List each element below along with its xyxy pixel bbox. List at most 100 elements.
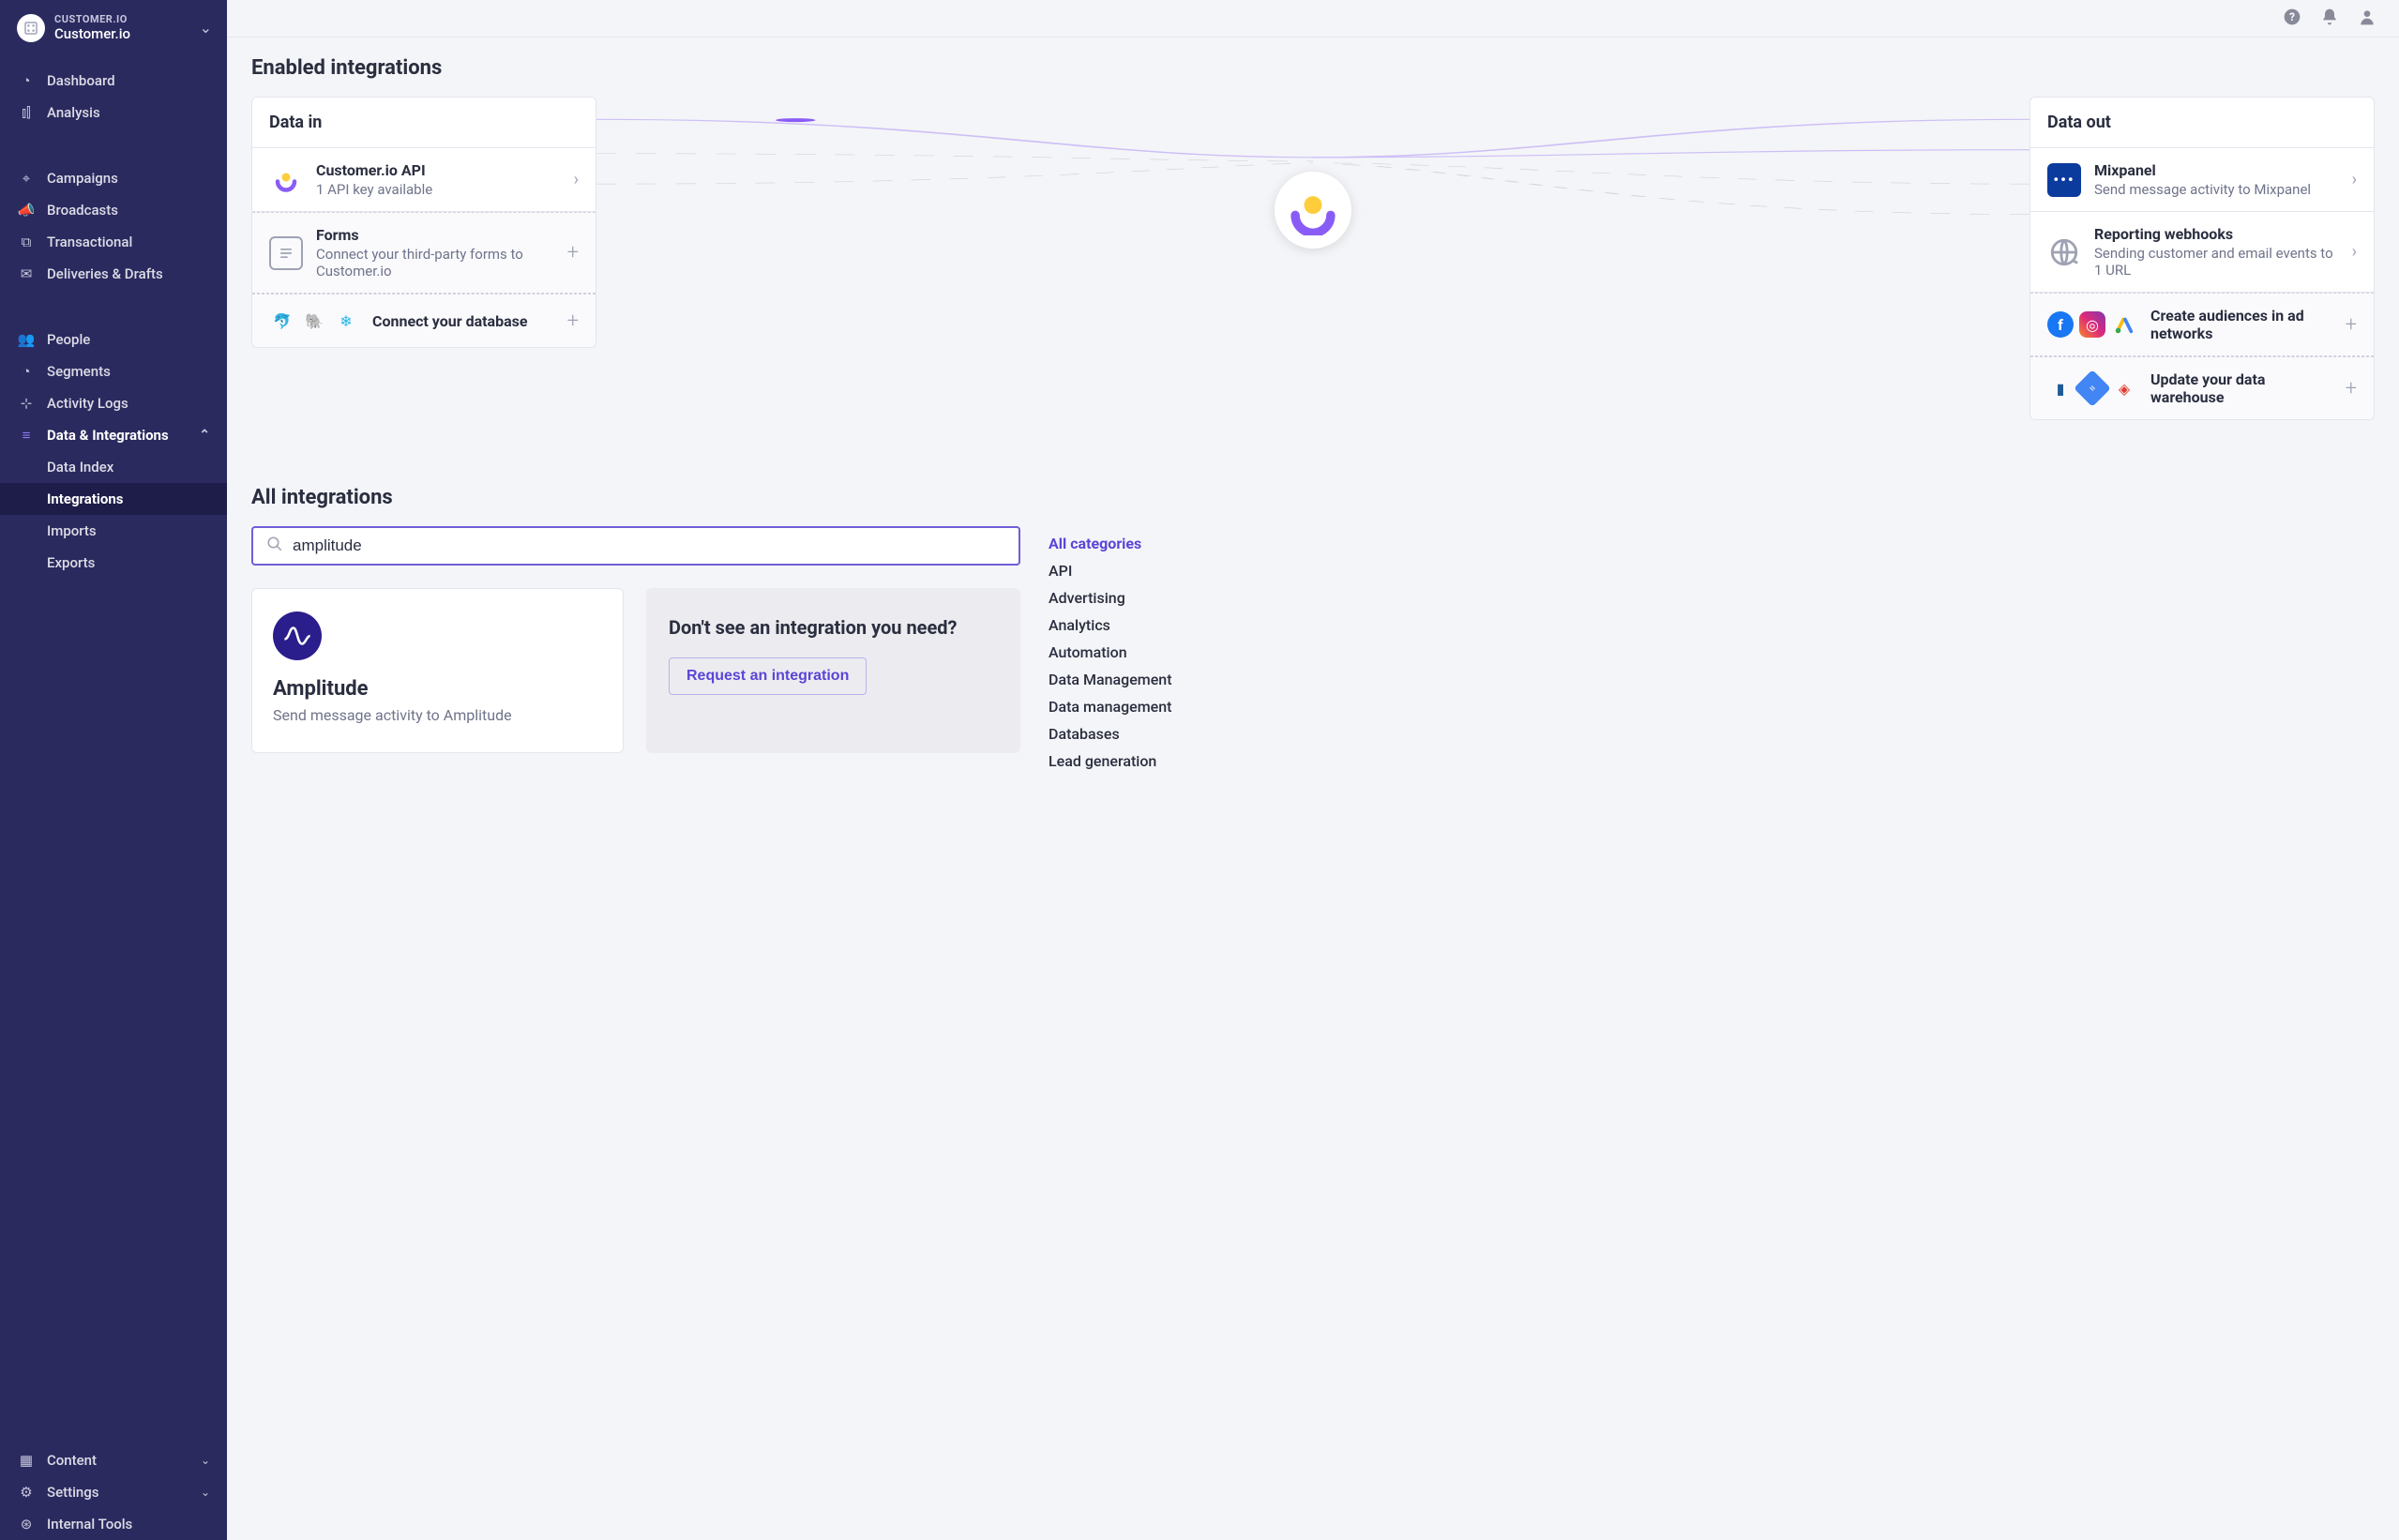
row-sub: Sending customer and email events to 1 U… [2094, 245, 2339, 279]
result-sub: Send message activity to Amplitude [273, 706, 602, 724]
nav-campaigns[interactable]: ⌖Campaigns [0, 162, 227, 194]
nav-label: Campaigns [47, 170, 118, 187]
sidebar: CUSTOMER.IO Customer.io ◔ Dashboard ⫾⫿ Ana… [0, 0, 227, 1540]
user-icon[interactable] [2358, 8, 2376, 30]
nav-settings[interactable]: ⚙Settings [0, 1476, 227, 1508]
row-webhooks[interactable]: Reporting webhooks Sending customer and … [2030, 212, 2374, 293]
category-item[interactable]: Data management [1049, 693, 1255, 720]
nav-analysis[interactable]: ⫾⫿ Analysis [0, 97, 227, 128]
row-sub: Send message activity to Mixpanel [2094, 181, 2339, 198]
transactional-icon: ⧉ [17, 234, 36, 250]
nav-label: Activity Logs [47, 395, 128, 412]
postgres-icon: 🐘 [301, 308, 327, 334]
analysis-icon: ⫾⫿ [17, 104, 36, 121]
nav-sub-integrations[interactable]: Integrations [0, 483, 227, 515]
category-item[interactable]: Data Management [1049, 666, 1255, 693]
nav-data-integrations[interactable]: ≡Data & Integrations [0, 419, 227, 451]
search-icon [266, 536, 283, 556]
category-item[interactable]: API [1049, 557, 1255, 584]
workspace-name: Customer.io [54, 25, 190, 42]
search-box[interactable] [251, 526, 1020, 566]
category-item[interactable]: Lead generation [1049, 747, 1255, 775]
center-node [596, 97, 2029, 249]
nav-segments[interactable]: ◔ Segments [0, 355, 227, 387]
nav-sub-exports[interactable]: Exports [0, 547, 227, 579]
row-title: Reporting webhooks [2094, 225, 2339, 243]
row-warehouse[interactable]: ▮ = ◈ Update your data warehouse + [2030, 356, 2374, 419]
nav-people[interactable]: 👥People [0, 324, 227, 355]
row-title: Customer.io API [316, 161, 561, 179]
chevron-down-icon [201, 1486, 210, 1499]
chevron-right-icon [2352, 170, 2357, 189]
nav-dashboard[interactable]: ◔ Dashboard [0, 65, 227, 97]
databricks-icon: ◈ [2111, 375, 2137, 401]
facebook-icon: f [2047, 311, 2074, 338]
broadcasts-icon: 📣 [17, 202, 36, 219]
db-icons: 🐬 🐘 ❄ [269, 308, 359, 334]
result-amplitude[interactable]: Amplitude Send message activity to Ampli… [251, 588, 624, 753]
ad-icons: f ◎ [2047, 311, 2137, 338]
content-icon: ▦ [17, 1452, 36, 1469]
forms-icon [269, 236, 303, 270]
tools-icon: ⊛ [17, 1516, 36, 1532]
chevron-right-icon [574, 170, 579, 189]
row-api[interactable]: Customer.io API 1 API key available [252, 148, 596, 212]
row-database[interactable]: 🐬 🐘 ❄ Connect your database + [252, 294, 596, 347]
chevron-down-icon [200, 19, 212, 37]
gear-icon: ⚙ [17, 1484, 36, 1501]
request-heading: Don't see an integration you need? [669, 616, 998, 639]
category-item[interactable]: Automation [1049, 639, 1255, 666]
data-in-panel: Data in Customer.io API 1 API key availa… [251, 97, 596, 348]
row-title: Forms [316, 226, 554, 244]
category-item[interactable]: Analytics [1049, 611, 1255, 639]
redshift-icon: ▮ [2047, 375, 2074, 401]
deliveries-icon: ✉ [17, 265, 36, 282]
webhook-icon [2047, 235, 2081, 269]
workspace-switcher[interactable]: CUSTOMER.IO Customer.io [0, 4, 227, 57]
result-title: Amplitude [273, 677, 602, 701]
row-mixpanel[interactable]: ••• Mixpanel Send message activity to Mi… [2030, 148, 2374, 212]
people-icon: 👥 [17, 331, 36, 348]
plus-icon: + [567, 310, 579, 333]
nav-label: Dashboard [47, 72, 115, 89]
row-forms[interactable]: Forms Connect your third-party forms to … [252, 212, 596, 294]
nav-deliveries[interactable]: ✉Deliveries & Drafts [0, 258, 227, 290]
nav-label: Internal Tools [47, 1516, 132, 1532]
row-sub: 1 API key available [316, 181, 561, 198]
segments-icon: ◔ [17, 363, 36, 380]
mysql-icon: 🐬 [269, 308, 295, 334]
category-item[interactable]: Databases [1049, 720, 1255, 747]
bell-icon[interactable] [2320, 8, 2339, 30]
plus-icon: + [567, 241, 579, 264]
row-title: Mixpanel [2094, 161, 2339, 179]
nav-label: Transactional [47, 234, 132, 250]
data-icon: ≡ [17, 427, 36, 444]
google-ads-icon [2111, 311, 2137, 338]
category-item[interactable]: Advertising [1049, 584, 1255, 611]
nav-internal[interactable]: ⊛ Internal Tools [0, 1508, 227, 1540]
search-input[interactable] [293, 536, 1005, 555]
chevron-down-icon [201, 1454, 210, 1467]
nav-label: Analysis [47, 104, 100, 121]
activity-icon: ⊹ [17, 395, 36, 412]
category-list: All categoriesAPIAdvertisingAnalyticsAut… [1049, 526, 1255, 775]
nav-sub-data-index[interactable]: Data Index [0, 451, 227, 483]
chevron-right-icon [2352, 242, 2357, 262]
nav-transactional[interactable]: ⧉ Transactional [0, 226, 227, 258]
snowflake-icon: ❄ [333, 308, 359, 334]
data-out-panel: Data out ••• Mixpanel Send message activ… [2029, 97, 2375, 420]
nav-activity[interactable]: ⊹ Activity Logs [0, 387, 227, 419]
help-icon[interactable]: ? [2283, 8, 2301, 30]
instagram-icon: ◎ [2079, 311, 2105, 338]
request-integration-button[interactable]: Request an integration [669, 657, 867, 695]
row-ads[interactable]: f ◎ Create audiences in ad networks + [2030, 293, 2374, 356]
nav-content[interactable]: ▦Content [0, 1444, 227, 1476]
nav-label: Broadcasts [47, 202, 118, 219]
category-item[interactable]: All categories [1049, 530, 1255, 557]
nav-label: Segments [47, 363, 111, 380]
data-out-title: Data out [2030, 98, 2374, 148]
nav-broadcasts[interactable]: 📣 Broadcasts [0, 194, 227, 226]
row-title: Update your data warehouse [2150, 370, 2332, 406]
dashboard-icon: ◔ [17, 72, 36, 89]
nav-sub-imports[interactable]: Imports [0, 515, 227, 547]
